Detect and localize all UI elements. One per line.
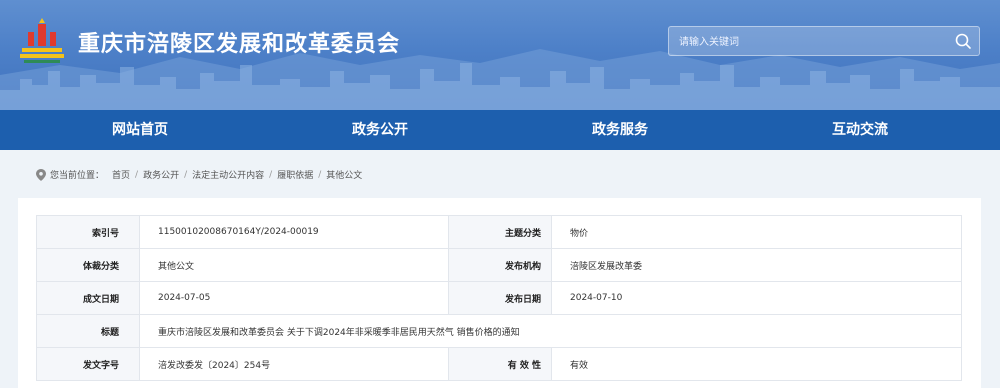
breadcrumb-prefix: 您当前位置： (50, 171, 105, 181)
nav-item-gov-services[interactable]: 政务服务 (520, 110, 720, 150)
search-box (668, 26, 980, 57)
topic-label: 主题分类 (448, 215, 552, 249)
breadcrumb-item-other-documents[interactable]: 其他公文 (326, 168, 362, 181)
index-label: 索引号 (36, 215, 140, 249)
publish-date-value: 2024-07-10 (551, 281, 962, 315)
breadcrumb-separator: / (269, 169, 273, 180)
breadcrumb-item-duty-basis[interactable]: 履职依据 (277, 168, 313, 181)
breadcrumb-item-gov-affairs[interactable]: 政务公开 (143, 168, 179, 181)
breadcrumb-separator: / (135, 169, 139, 180)
validity-label: 有 效 性 (448, 347, 552, 381)
nav-item-home[interactable]: 网站首页 (40, 110, 240, 150)
table-row: 标题 重庆市涪陵区发展和改革委员会 关于下调2024年非采暖季非居民用天然气 销… (36, 314, 962, 348)
table-row: 索引号 11500102008670164Y/2024-00019 主题分类 物… (36, 215, 962, 249)
main-nav: 网站首页 政务公开 政务服务 互动交流 (0, 110, 1000, 150)
location-pin-icon (36, 168, 46, 181)
title-label: 标题 (36, 314, 140, 348)
breadcrumb-item-home[interactable]: 首页 (112, 168, 130, 181)
site-header: 重庆市涪陵区发展和改革委员会 (0, 0, 1000, 110)
breadcrumb-item-mandatory-disclosure[interactable]: 法定主动公开内容 (192, 168, 264, 181)
breadcrumb-separator: / (184, 169, 188, 180)
genre-value: 其他公文 (139, 248, 449, 282)
publish-date-label: 发布日期 (448, 281, 552, 315)
table-row: 体裁分类 其他公文 发布机构 涪陵区发展改革委 (36, 248, 962, 282)
site-title: 重庆市涪陵区发展和改革委员会 (78, 32, 401, 57)
search-input[interactable] (669, 27, 951, 57)
document-number-label: 发文字号 (36, 347, 140, 381)
org-label: 发布机构 (448, 248, 552, 282)
table-row: 发文字号 涪发改委发〔2024〕254号 有 效 性 有效 (36, 347, 962, 381)
document-info-table: 索引号 11500102008670164Y/2024-00019 主题分类 物… (36, 215, 962, 381)
document-info-panel: 索引号 11500102008670164Y/2024-00019 主题分类 物… (18, 198, 981, 388)
search-icon[interactable] (953, 31, 973, 51)
emblem-logo-icon (20, 18, 64, 63)
topic-value: 物价 (551, 215, 962, 249)
index-value: 11500102008670164Y/2024-00019 (139, 215, 449, 249)
nav-item-interaction[interactable]: 互动交流 (760, 110, 960, 150)
validity-value: 有效 (551, 347, 962, 381)
written-date-label: 成文日期 (36, 281, 140, 315)
breadcrumb: 您当前位置： 首页 / 政务公开 / 法定主动公开内容 / 履职依据 / 其他公… (36, 168, 362, 181)
written-date-value: 2024-07-05 (139, 281, 449, 315)
nav-item-gov-affairs[interactable]: 政务公开 (280, 110, 480, 150)
table-row: 成文日期 2024-07-05 发布日期 2024-07-10 (36, 281, 962, 315)
title-value: 重庆市涪陵区发展和改革委员会 关于下调2024年非采暖季非居民用天然气 销售价格… (139, 314, 962, 348)
genre-label: 体裁分类 (36, 248, 140, 282)
document-number-value: 涪发改委发〔2024〕254号 (139, 347, 449, 381)
breadcrumb-separator: / (318, 169, 322, 180)
org-value: 涪陵区发展改革委 (551, 248, 962, 282)
